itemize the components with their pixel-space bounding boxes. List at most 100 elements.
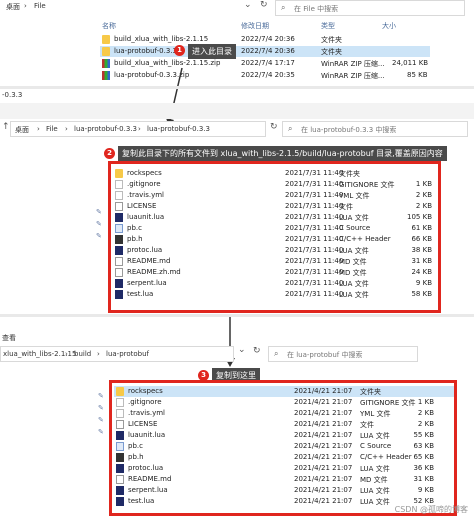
breadcrumb-sep: ›: [65, 350, 68, 358]
file-date: 2021/7/31 11:40: [285, 257, 344, 265]
search-box[interactable]: ⌕ 在 lua-protobuf-0.3.3 中搜索: [282, 121, 468, 137]
pin-icon[interactable]: ✎: [98, 404, 104, 412]
file-row[interactable]: pb.h 2021/7/31 11:40 C/C++ Header 66 KB: [113, 234, 438, 245]
file-date: 2021/7/31 11:40: [285, 180, 344, 188]
file-row[interactable]: test.lua 2021/7/31 11:40 LUA 文件 58 KB: [113, 289, 438, 300]
file-row[interactable]: .travis.yml 2021/4/21 21:07 YML 文件 2 KB: [114, 408, 454, 419]
file-row[interactable]: pb.c 2021/4/21 21:07 C Source 63 KB: [114, 441, 454, 452]
file-row[interactable]: rockspecs 2021/7/31 11:40 文件夹: [113, 168, 438, 179]
file-row[interactable]: pb.c 2021/7/31 11:40 C Source 61 KB: [113, 223, 438, 234]
file-type: LUA 文件: [360, 432, 390, 440]
breadcrumb-subfolder[interactable]: lua-protobuf-0.3.3: [147, 125, 210, 133]
pin-icon[interactable]: ✎: [96, 220, 102, 228]
file-date: 2021/4/21 21:07: [294, 409, 353, 417]
file-row[interactable]: build_xlua_with_libs-2.1.15.zip 2022/7/4…: [100, 58, 430, 69]
file-date: 2021/7/31 11:40: [285, 169, 344, 177]
pin-icon[interactable]: ✎: [98, 416, 104, 424]
file-icon: [116, 442, 124, 451]
breadcrumb-build[interactable]: build: [74, 350, 91, 358]
file-type: LUA 文件: [339, 214, 369, 222]
address-bar[interactable]: xlua_with_libs-2.1.15 › build › lua-prot…: [0, 346, 234, 362]
file-type: LUA 文件: [339, 291, 369, 299]
file-date: 2021/4/21 21:07: [294, 387, 353, 395]
file-date: 2022/7/4 20:35: [241, 71, 295, 79]
search-placeholder: 在 lua-protobuf 中搜索: [287, 351, 363, 359]
breadcrumb-sep: ›: [97, 350, 100, 358]
file-row[interactable]: luaunit.lua 2021/7/31 11:40 LUA 文件 105 KB: [113, 212, 438, 223]
up-arrow-icon[interactable]: ↑: [2, 122, 10, 132]
file-row[interactable]: protoc.lua 2021/4/21 21:07 LUA 文件 36 KB: [114, 463, 454, 474]
file-row-selected[interactable]: lua-protobuf-0.3.3 2022/7/4 20:36 文件夹: [100, 46, 430, 57]
step-badge: 1: [174, 45, 185, 56]
file-row[interactable]: protoc.lua 2021/7/31 11:40 LUA 文件 38 KB: [113, 245, 438, 256]
breadcrumb-desktop[interactable]: 桌面: [15, 125, 29, 135]
pin-icon[interactable]: ✎: [96, 232, 102, 240]
file-row[interactable]: LICENSE 2021/7/31 11:40 文件 2 KB: [113, 201, 438, 212]
file-row[interactable]: .travis.yml 2021/7/31 11:40 YML 文件 2 KB: [113, 190, 438, 201]
ribbon-band: [0, 103, 474, 119]
search-box[interactable]: ⌕ 在 lua-protobuf 中搜索: [268, 346, 418, 362]
refresh-icon[interactable]: ↻: [253, 346, 261, 356]
file-row[interactable]: LICENSE 2021/4/21 21:07 文件 2 KB: [114, 419, 454, 430]
file-type: LUA 文件: [360, 465, 390, 473]
file-type: C Source: [339, 224, 371, 232]
file-row[interactable]: README.zh.md 2021/7/31 11:40 MD 文件 24 KB: [113, 267, 438, 278]
file-type: YML 文件: [360, 410, 391, 418]
file-icon: [116, 464, 124, 473]
file-type: LUA 文件: [360, 487, 390, 495]
file-date: 2021/4/21 21:07: [294, 420, 353, 428]
breadcrumb-folder[interactable]: lua-protobuf-0.3.3: [74, 125, 137, 133]
file-row[interactable]: luaunit.lua 2021/4/21 21:07 LUA 文件 55 KB: [114, 430, 454, 441]
file-row[interactable]: README.md 2021/7/31 11:40 MD 文件 31 KB: [113, 256, 438, 267]
file-type: GITIGNORE 文件: [339, 181, 395, 189]
file-name: test.lua: [128, 497, 155, 505]
col-header-date[interactable]: 修改日期: [241, 21, 269, 31]
file-icon: [115, 235, 123, 244]
watermark: CSDN @孤啼的博客: [394, 505, 468, 514]
search-box[interactable]: ⌕ 在 File 中搜索: [275, 0, 465, 16]
breadcrumb-file[interactable]: File: [34, 2, 46, 10]
file-date: 2021/7/31 11:40: [285, 279, 344, 287]
file-row[interactable]: serpent.lua 2021/4/21 21:07 LUA 文件 9 KB: [114, 485, 454, 496]
file-date: 2021/7/31 11:40: [285, 202, 344, 210]
pin-icon[interactable]: ✎: [98, 428, 104, 436]
pin-icon[interactable]: ✎: [96, 208, 102, 216]
breadcrumb-sep: ›: [138, 125, 141, 133]
file-row[interactable]: build_xlua_with_libs-2.1.15 2022/7/4 20:…: [100, 34, 430, 45]
file-size: 61 KB: [411, 224, 432, 232]
dropdown-icon[interactable]: ⌄: [244, 0, 252, 10]
file-type: C/C++ Header: [339, 235, 391, 243]
refresh-icon[interactable]: ↻: [270, 122, 278, 132]
breadcrumb-lua-protobuf[interactable]: lua-protobuf: [106, 350, 149, 358]
address-bar[interactable]: 桌面 › File › lua-protobuf-0.3.3 › lua-pro…: [10, 121, 266, 137]
folder-icon: [115, 169, 123, 178]
file-row[interactable]: rockspecs 2021/4/21 21:07 文件夹: [114, 386, 454, 397]
file-row[interactable]: .gitignore 2021/7/31 11:40 GITIGNORE 文件 1 K…: [113, 179, 438, 190]
dropdown-icon[interactable]: ⌄: [238, 345, 246, 355]
file-icon: [115, 213, 123, 222]
file-row[interactable]: serpent.lua 2021/7/31 11:40 LUA 文件 9 KB: [113, 278, 438, 289]
file-row[interactable]: pb.h 2021/4/21 21:07 C/C++ Header 65 KB: [114, 452, 454, 463]
file-type: MD 文件: [360, 476, 388, 484]
file-row[interactable]: .gitignore 2021/4/21 21:07 GITIGNORE 文件 1 K…: [114, 397, 454, 408]
refresh-icon[interactable]: ↻: [260, 0, 268, 10]
callout-label: 进入此目录: [188, 44, 236, 59]
ribbon-view-tab[interactable]: 查看: [2, 333, 16, 343]
file-name: .gitignore: [127, 180, 161, 188]
file-type: 文件夹: [321, 36, 342, 44]
file-date: 2021/7/31 11:40: [285, 213, 344, 221]
col-header-type[interactable]: 类型: [321, 21, 335, 31]
file-date: 2021/4/21 21:07: [294, 475, 353, 483]
pin-icon[interactable]: ✎: [98, 392, 104, 400]
file-size: 63 KB: [413, 442, 434, 450]
file-date: 2021/7/31 11:40: [285, 191, 344, 199]
sidebar-top-label[interactable]: 桌面: [6, 2, 20, 12]
window-file: 桌面 › File ⌄ ↻ ⌕ 在 File 中搜索 名称 修改日期 类型 大小…: [0, 0, 474, 86]
file-row[interactable]: README.md 2021/4/21 21:07 MD 文件 31 KB: [114, 474, 454, 485]
file-size: 58 KB: [411, 290, 432, 298]
file-name: LICENSE: [127, 202, 157, 210]
col-header-name[interactable]: 名称: [102, 21, 116, 31]
file-row[interactable]: lua-protobuf-0.3.3.zip 2022/7/4 20:35 Wi…: [100, 70, 430, 81]
breadcrumb-file[interactable]: File: [46, 125, 58, 133]
col-header-size[interactable]: 大小: [382, 21, 396, 31]
